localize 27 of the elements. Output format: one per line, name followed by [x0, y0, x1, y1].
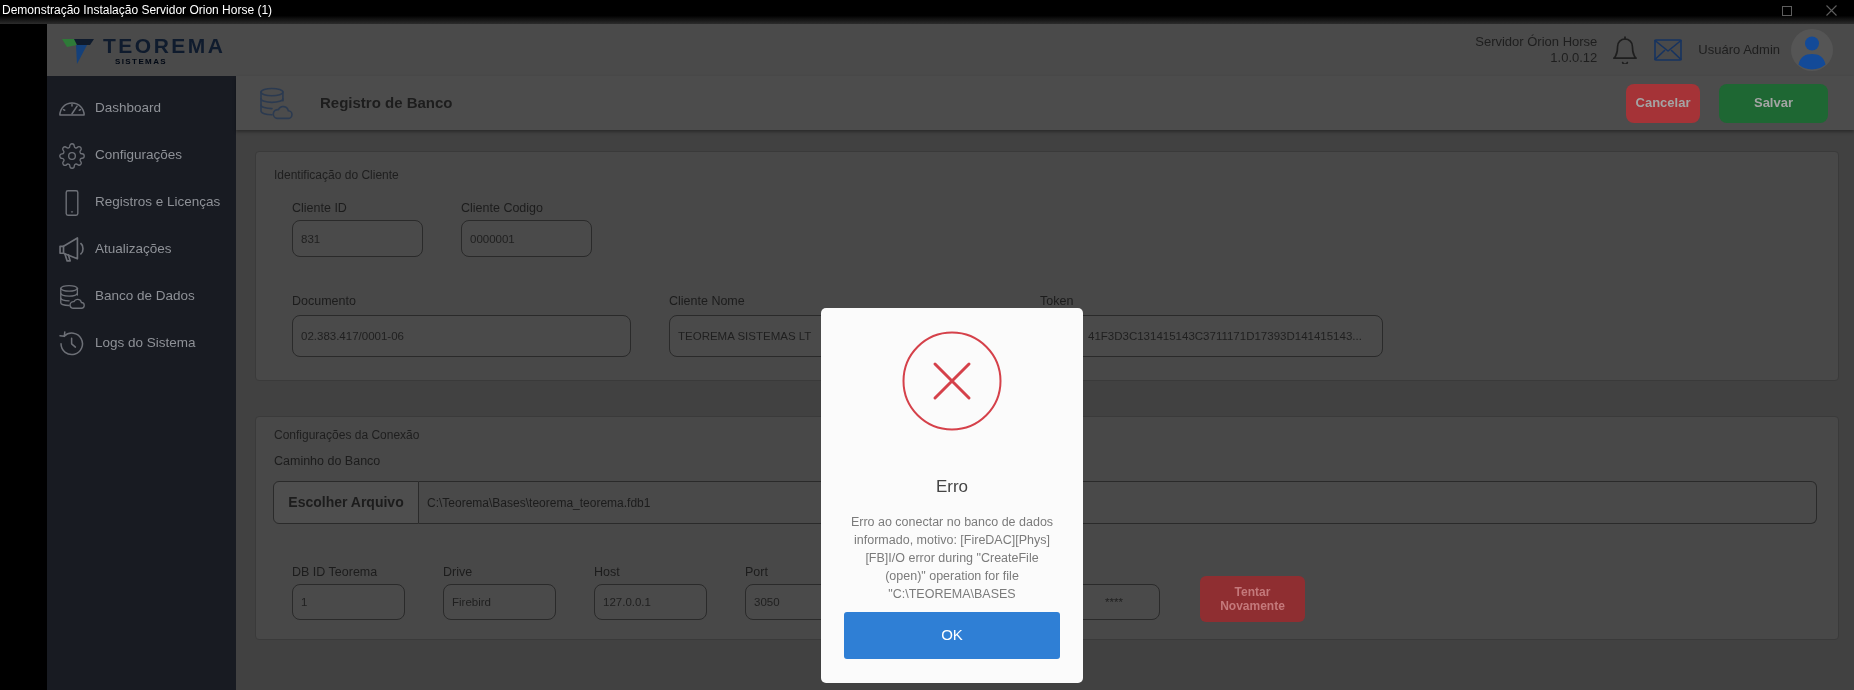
logo-tagline: SISTEMAS	[115, 57, 169, 66]
gauge-icon	[59, 101, 85, 116]
error-icon	[902, 331, 1002, 431]
ok-button[interactable]: OK	[844, 612, 1060, 659]
save-button[interactable]: Salvar	[1719, 83, 1828, 123]
history-icon	[59, 331, 85, 356]
logo-icon	[62, 36, 94, 64]
envelope-icon[interactable]	[1654, 39, 1683, 61]
phone-icon	[65, 189, 79, 216]
sidebar-item[interactable]: Banco de Dados	[47, 273, 236, 320]
megaphone-icon	[59, 237, 85, 262]
close-icon[interactable]	[1826, 5, 1837, 16]
sidebar-item[interactable]: Atualizações	[47, 226, 236, 273]
database-cloud-icon	[59, 283, 85, 310]
avatar-icon[interactable]	[1791, 29, 1833, 71]
sidebar-item[interactable]: Registros e Licenças	[47, 179, 236, 226]
gear-icon	[59, 142, 85, 169]
retry-button[interactable]: Tentar Novamente	[1200, 576, 1305, 622]
maximize-icon[interactable]	[1782, 5, 1792, 16]
bell-icon[interactable]	[1613, 36, 1638, 64]
database-cloud-icon	[260, 86, 293, 120]
window-title: Demonstração Instalação Servidor Orion Horse (1)	[2, 3, 273, 18]
cancel-button[interactable]: Cancelar	[1626, 83, 1700, 123]
sidebar-item[interactable]: Configurações	[47, 132, 236, 179]
logo-text: TEOREMA	[103, 34, 226, 56]
sidebar-item[interactable]: Logs do Sistema	[47, 320, 236, 367]
sidebar-item[interactable]: Dashboard	[47, 85, 236, 132]
